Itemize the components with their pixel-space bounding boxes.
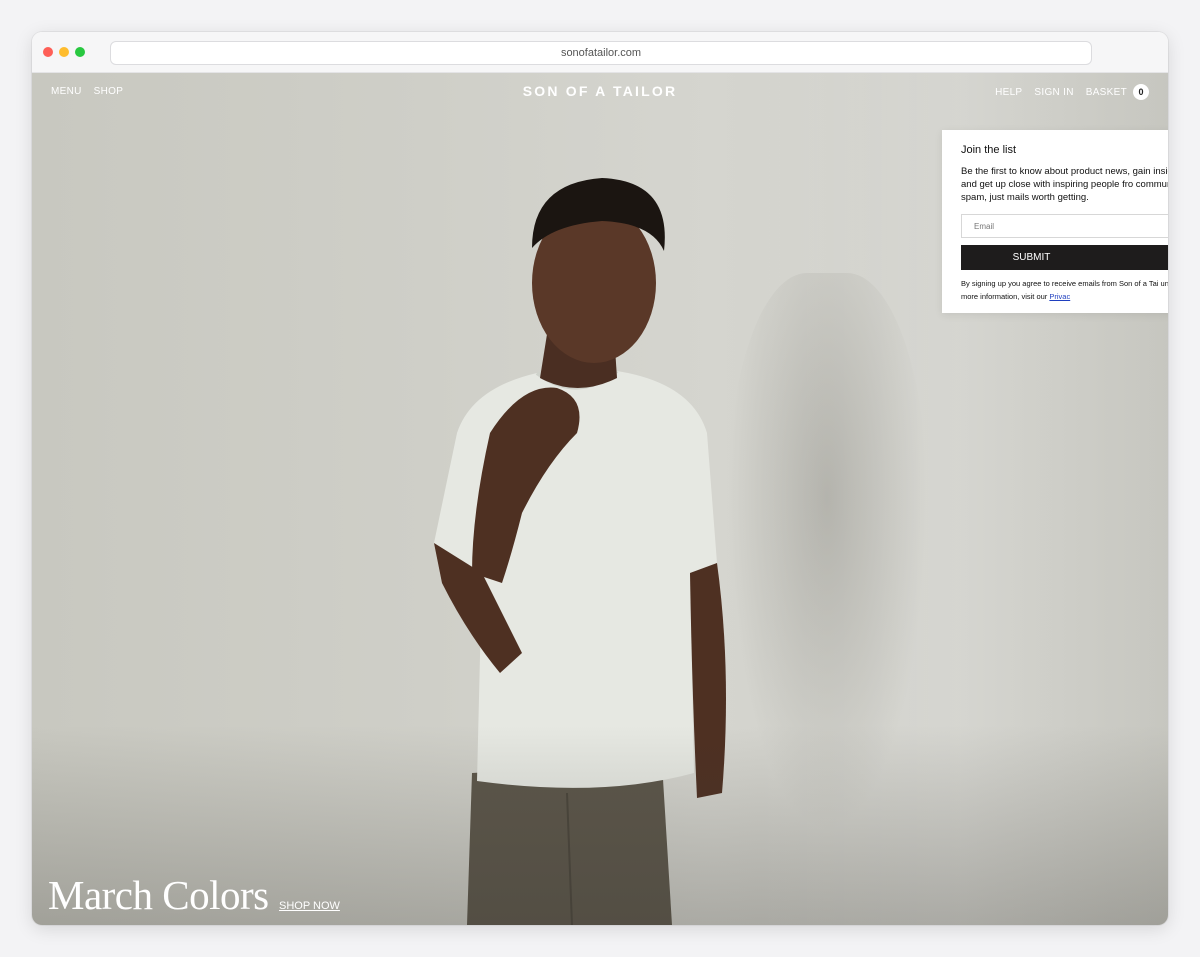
newsletter-popup: Join the list Be the first to know about… bbox=[942, 130, 1168, 313]
minimize-window-button[interactable] bbox=[59, 47, 69, 57]
submit-label: SUBMIT bbox=[1012, 252, 1051, 263]
browser-window: sonofatailor.com MENU SHOP SON OF A TAIL… bbox=[32, 32, 1168, 925]
close-window-button[interactable] bbox=[43, 47, 53, 57]
submit-button[interactable]: SUBMIT bbox=[961, 245, 1168, 270]
help-link[interactable]: HELP bbox=[995, 87, 1022, 98]
popup-legal-text: By signing up you agree to receive email… bbox=[961, 277, 1168, 303]
email-field[interactable] bbox=[961, 214, 1168, 238]
basket-button[interactable]: BASKET 0 bbox=[1086, 84, 1149, 100]
popup-title: Join the list bbox=[961, 144, 1017, 156]
site-header: MENU SHOP SON OF A TAILOR HELP SIGN IN B… bbox=[32, 73, 1168, 113]
basket-label: BASKET bbox=[1085, 86, 1127, 98]
maximize-window-button[interactable] bbox=[75, 47, 85, 57]
page-viewport: MENU SHOP SON OF A TAILOR HELP SIGN IN B… bbox=[32, 73, 1168, 925]
popup-description: Be the first to know about product news,… bbox=[961, 166, 1168, 203]
basket-count-badge: 0 bbox=[1133, 84, 1149, 100]
browser-titlebar: sonofatailor.com bbox=[32, 32, 1168, 73]
address-bar[interactable]: sonofatailor.com bbox=[110, 41, 1092, 65]
nav-right: HELP SIGN IN BASKET 0 bbox=[995, 84, 1149, 100]
sign-in-link[interactable]: SIGN IN bbox=[1034, 87, 1073, 98]
hero-headline: March Colors bbox=[48, 872, 269, 918]
privacy-link[interactable]: Privac bbox=[1049, 292, 1070, 301]
shop-now-link[interactable]: SHOP NOW bbox=[279, 900, 340, 912]
